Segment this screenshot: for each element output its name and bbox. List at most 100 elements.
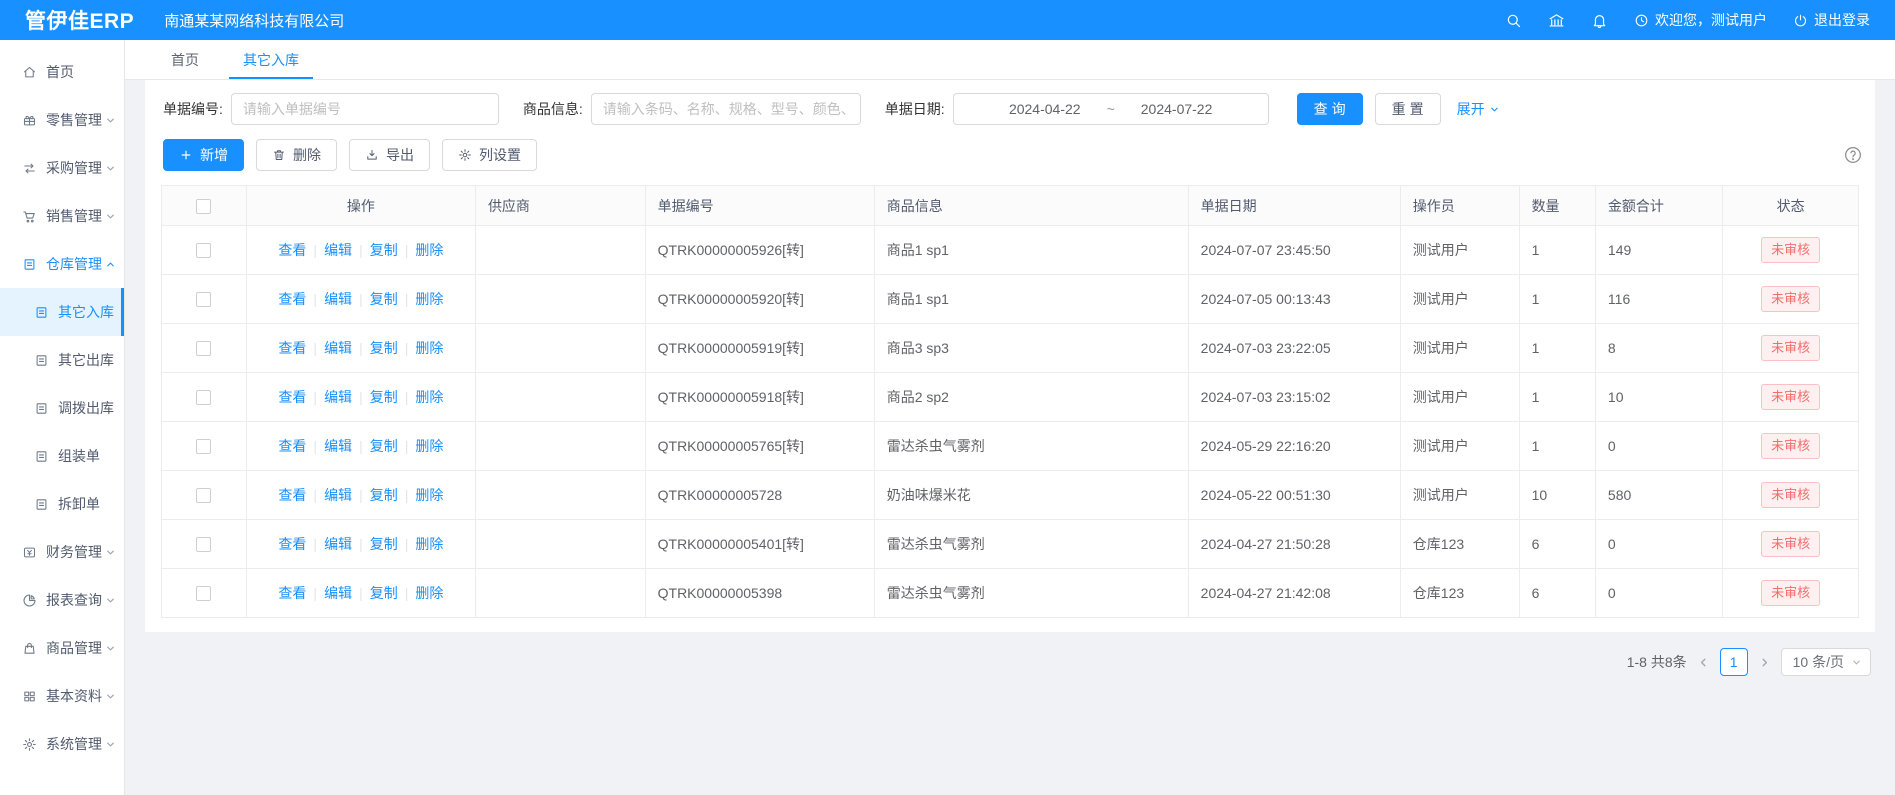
view-link[interactable]: 查看 <box>278 438 306 454</box>
sidebar-item-sales[interactable]: 销售管理 <box>0 192 124 240</box>
page-size-select[interactable]: 10 条/页 <box>1781 648 1871 676</box>
sidebar-item-basic-data[interactable]: 基本资料 <box>0 672 124 720</box>
search-button[interactable]: 查询 <box>1297 93 1363 125</box>
view-link[interactable]: 查看 <box>278 389 306 405</box>
delete-link[interactable]: 删除 <box>415 585 443 601</box>
copy-link[interactable]: 复制 <box>370 438 398 454</box>
product-info-cell: 雷达杀虫气雾剂 <box>874 422 1188 471</box>
select-all-checkbox[interactable] <box>196 199 211 214</box>
view-link[interactable]: 查看 <box>278 242 306 258</box>
prev-page-button[interactable] <box>1697 656 1710 669</box>
copy-link[interactable]: 复制 <box>370 340 398 356</box>
bill-date-cell: 2024-07-03 23:22:05 <box>1188 324 1400 373</box>
sidebar-item-home[interactable]: 首页 <box>0 48 124 96</box>
export-button[interactable]: 导出 <box>349 139 430 171</box>
view-link[interactable]: 查看 <box>278 536 306 552</box>
action-separator: | <box>359 487 363 503</box>
search-icon[interactable] <box>1505 12 1522 29</box>
delete-link[interactable]: 删除 <box>415 242 443 258</box>
row-checkbox[interactable] <box>196 586 211 601</box>
tab-home[interactable]: 首页 <box>149 40 221 79</box>
row-actions-cell: 查看|编辑|复制|删除 <box>246 569 475 618</box>
row-checkbox[interactable] <box>196 292 211 307</box>
welcome-user[interactable]: 欢迎您，测试用户 <box>1634 10 1767 30</box>
delete-link[interactable]: 删除 <box>415 389 443 405</box>
sidebar-subitem-other-inbound[interactable]: 其它入库 <box>0 288 124 336</box>
row-checkbox[interactable] <box>196 243 211 258</box>
gear-icon <box>458 148 472 162</box>
delete-link[interactable]: 删除 <box>415 291 443 307</box>
expand-link[interactable]: 展开 <box>1457 99 1500 119</box>
amount-cell: 580 <box>1595 471 1722 520</box>
help-icon[interactable] <box>1843 145 1863 165</box>
sidebar-item-label: 财务管理 <box>46 542 102 562</box>
chevron-down-icon <box>1851 657 1862 668</box>
sidebar-item-system[interactable]: 系统管理 <box>0 720 124 768</box>
bill-no-cell: QTRK00000005728 <box>645 471 874 520</box>
sidebar-item-products[interactable]: 商品管理 <box>0 624 124 672</box>
product-info-cell: 雷达杀虫气雾剂 <box>874 520 1188 569</box>
row-actions-cell: 查看|编辑|复制|删除 <box>246 471 475 520</box>
delete-link[interactable]: 删除 <box>415 536 443 552</box>
edit-link[interactable]: 编辑 <box>324 389 352 405</box>
edit-link[interactable]: 编辑 <box>324 487 352 503</box>
delete-button[interactable]: 删除 <box>256 139 337 171</box>
status-badge: 未审核 <box>1761 433 1820 459</box>
doc-icon <box>34 401 49 416</box>
row-checkbox[interactable] <box>196 341 211 356</box>
delete-link[interactable]: 删除 <box>415 340 443 356</box>
page-number-button[interactable]: 1 <box>1720 648 1748 676</box>
doc-icon <box>34 449 49 464</box>
sidebar-item-finance[interactable]: 财务管理 <box>0 528 124 576</box>
copy-link[interactable]: 复制 <box>370 585 398 601</box>
bill-date-cell: 2024-05-29 22:16:20 <box>1188 422 1400 471</box>
row-checkbox[interactable] <box>196 537 211 552</box>
edit-link[interactable]: 编辑 <box>324 340 352 356</box>
row-checkbox[interactable] <box>196 439 211 454</box>
sidebar-item-retail[interactable]: 零售管理 <box>0 96 124 144</box>
view-link[interactable]: 查看 <box>278 291 306 307</box>
next-page-button[interactable] <box>1758 656 1771 669</box>
delete-link[interactable]: 删除 <box>415 438 443 454</box>
product-info-input[interactable] <box>591 93 861 125</box>
reset-button[interactable]: 重置 <box>1375 93 1441 125</box>
add-button[interactable]: 新增 <box>163 139 244 171</box>
delete-link[interactable]: 删除 <box>415 487 443 503</box>
edit-link[interactable]: 编辑 <box>324 585 352 601</box>
bill-no-input[interactable] <box>231 93 499 125</box>
bill-date-cell: 2024-04-27 21:42:08 <box>1188 569 1400 618</box>
sidebar-subitem-assembly-order[interactable]: 组装单 <box>0 432 124 480</box>
column-header: 状态 <box>1723 186 1859 226</box>
column-header: 商品信息 <box>874 186 1188 226</box>
copy-link[interactable]: 复制 <box>370 291 398 307</box>
sidebar-subitem-disassembly-order[interactable]: 拆卸单 <box>0 480 124 528</box>
row-checkbox[interactable] <box>196 488 211 503</box>
edit-link[interactable]: 编辑 <box>324 536 352 552</box>
sidebar-item-label: 基本资料 <box>46 686 102 706</box>
sidebar-item-purchase[interactable]: 采购管理 <box>0 144 124 192</box>
edit-link[interactable]: 编辑 <box>324 291 352 307</box>
column-settings-button[interactable]: 列设置 <box>442 139 537 171</box>
bell-icon[interactable] <box>1591 12 1608 29</box>
edit-link[interactable]: 编辑 <box>324 242 352 258</box>
sidebar-item-label: 仓库管理 <box>46 254 102 274</box>
copy-link[interactable]: 复制 <box>370 487 398 503</box>
sidebar-subitem-other-outbound[interactable]: 其它出库 <box>0 336 124 384</box>
copy-link[interactable]: 复制 <box>370 389 398 405</box>
view-link[interactable]: 查看 <box>278 585 306 601</box>
sidebar-subitem-transfer-outbound[interactable]: 调拨出库 <box>0 384 124 432</box>
swap-icon <box>22 161 37 176</box>
logout-button[interactable]: 退出登录 <box>1793 10 1870 30</box>
copy-link[interactable]: 复制 <box>370 242 398 258</box>
sidebar-item-warehouse[interactable]: 仓库管理 <box>0 240 124 288</box>
view-link[interactable]: 查看 <box>278 487 306 503</box>
tab-other-inbound[interactable]: 其它入库 <box>221 40 321 79</box>
date-range-picker[interactable]: 2024-04-22 ~ 2024-07-22 <box>953 93 1269 125</box>
operator-cell: 测试用户 <box>1400 275 1519 324</box>
bank-icon[interactable] <box>1548 12 1565 29</box>
sidebar-item-reports[interactable]: 报表查询 <box>0 576 124 624</box>
view-link[interactable]: 查看 <box>278 340 306 356</box>
row-checkbox[interactable] <box>196 390 211 405</box>
edit-link[interactable]: 编辑 <box>324 438 352 454</box>
copy-link[interactable]: 复制 <box>370 536 398 552</box>
